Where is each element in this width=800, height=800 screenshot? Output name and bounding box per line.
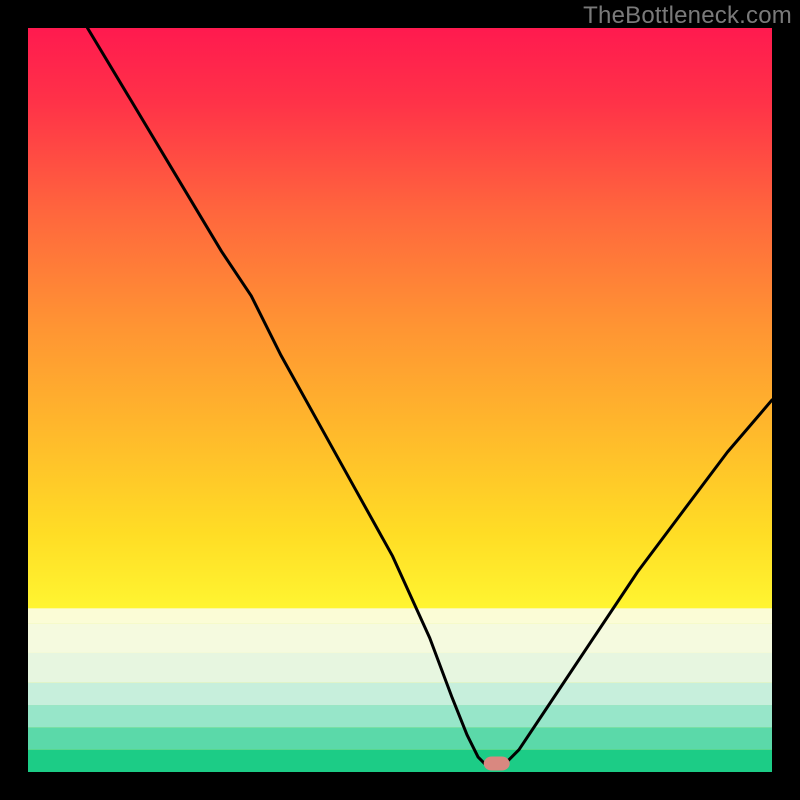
green-gradient-bands [28,608,772,772]
watermark-text: TheBottleneck.com [583,2,792,30]
marker-pill [484,757,510,771]
chart-container: TheBottleneck.com [0,0,800,800]
bottleneck-chart [28,28,772,772]
